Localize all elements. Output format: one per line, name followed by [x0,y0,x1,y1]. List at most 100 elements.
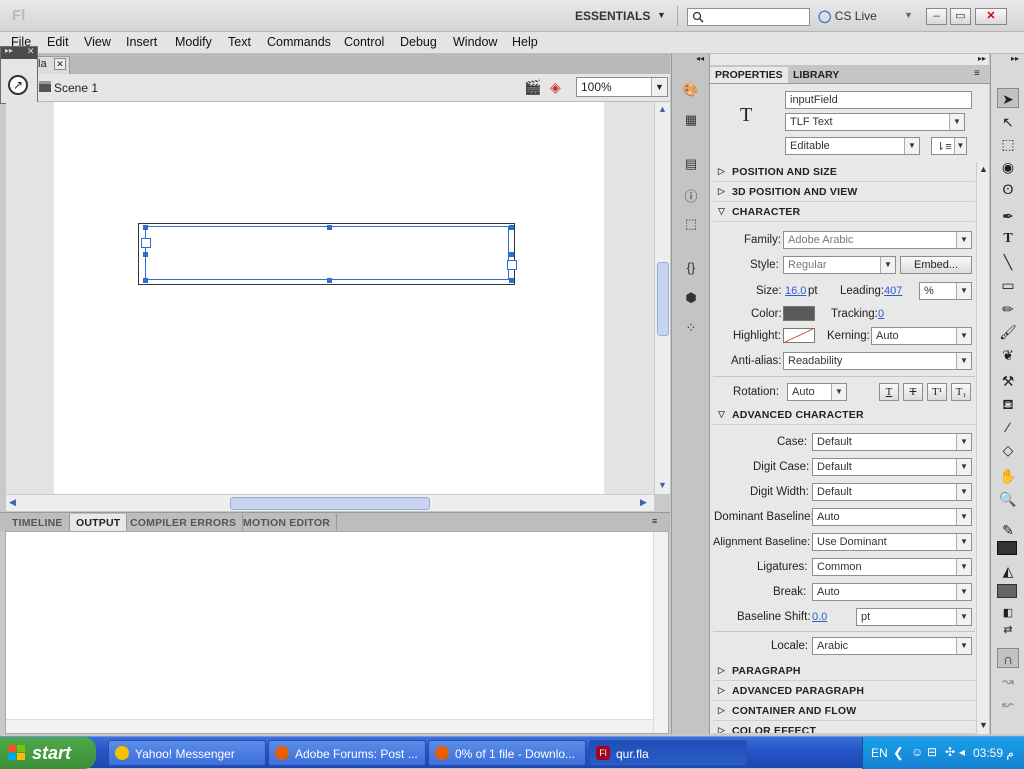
task-downloads[interactable]: 0% of 1 file - Downlo... [428,740,586,766]
info-icon[interactable]: ⓘ [682,186,700,204]
menu-control[interactable]: Control [344,35,384,49]
chevron-down-icon[interactable]: ▼ [956,484,971,500]
output-panel[interactable] [5,531,669,734]
scroll-down-icon[interactable]: ▼ [979,720,988,730]
section-advanced-paragraph[interactable]: ▷ ADVANCED PARAGRAPH [713,682,975,701]
help-search-input[interactable] [687,8,810,26]
chevron-down-icon[interactable]: ▼ [956,434,971,450]
tracking-value[interactable]: 0 [878,308,884,320]
collapse-icon[interactable]: ◂◂ [696,54,704,63]
start-button[interactable]: start [0,737,96,769]
lasso-tool-icon[interactable]: ʘ [997,179,1019,199]
zoom-select[interactable]: 100% ▼ [576,77,668,97]
chevron-down-icon[interactable]: ▼ [657,10,666,20]
scroll-up-icon[interactable]: ▲ [979,164,988,174]
output-horizontal-scrollbar[interactable] [6,719,653,733]
menu-debug[interactable]: Debug [400,35,437,49]
chevron-down-icon[interactable]: ▼ [956,609,971,625]
strikethrough-button[interactable]: T [903,383,923,401]
chevron-down-icon[interactable]: ▼ [904,10,913,20]
antialias-select[interactable]: Readability ▼ [783,352,972,370]
baseline-shift-unit-select[interactable]: pt ▼ [856,608,972,626]
output-vertical-scrollbar[interactable] [653,532,668,733]
chevron-down-icon[interactable]: ▼ [956,509,971,525]
task-yahoo-messenger[interactable]: Yahoo! Messenger [108,740,266,766]
edit-scene-icon[interactable]: 🎬 [524,79,541,96]
font-family-select[interactable]: Adobe Arabic ▼ [783,231,972,249]
hand-tool-icon[interactable]: ✋ [997,466,1019,486]
motion-presets-icon[interactable]: ⁘ [682,320,700,338]
close-button[interactable]: ✕ [975,8,1007,25]
resize-handle[interactable] [509,252,514,257]
panel-menu-icon[interactable]: ≡ [652,516,657,526]
chevron-down-icon[interactable]: ▼ [956,559,971,575]
swatches-grid-icon[interactable]: ▦ [682,112,700,130]
chevron-down-icon[interactable]: ▼ [949,114,964,130]
section-advanced-character[interactable]: ▽ ADVANCED CHARACTER [713,406,975,425]
menu-insert[interactable]: Insert [126,35,157,49]
eyedropper-tool-icon[interactable]: ⁄ [997,417,1019,437]
properties-vertical-scrollbar[interactable]: ▲ ▼ [976,162,989,734]
expand-icon[interactable]: ▸▸ [1011,54,1019,63]
close-icon[interactable]: ✕ [27,46,35,57]
expand-icon[interactable]: ▸▸ [5,46,13,55]
scroll-down-icon[interactable]: ▼ [658,480,667,490]
chevron-down-icon[interactable]: ▼ [956,283,971,299]
stroke-color-swatch[interactable] [997,541,1017,555]
text-type-select[interactable]: Editable ▼ [785,137,920,155]
section-3d-position[interactable]: ▷ 3D POSITION AND VIEW [713,183,975,202]
maximize-button[interactable]: ▭ [950,8,971,25]
minimize-button[interactable]: ‒ [926,8,947,25]
menu-help[interactable]: Help [512,35,538,49]
resize-handle[interactable] [509,278,514,283]
instance-name-input[interactable]: inputField [785,91,972,109]
menu-commands[interactable]: Commands [267,35,331,49]
language-indicator[interactable]: EN [871,746,888,760]
snap-magnet-icon[interactable]: ∩ [997,648,1019,668]
text-color-swatch[interactable] [783,306,815,321]
line-tool-icon[interactable]: ╲ [997,252,1019,272]
chevron-down-icon[interactable]: ▼ [956,584,971,600]
section-color-effect[interactable]: ▷ COLOR EFFECT [713,722,975,734]
scroll-right-icon[interactable]: ▶ [640,497,647,508]
stage-horizontal-scrollbar[interactable]: ◀ ▶ [6,494,654,511]
underline-button[interactable]: T [879,383,899,401]
section-character[interactable]: ▽ CHARACTER [713,203,975,222]
chevron-down-icon[interactable]: ▼ [956,353,971,369]
ligatures-select[interactable]: Common ▼ [812,558,972,576]
dominant-baseline-select[interactable]: Auto ▼ [812,508,972,526]
selection-tool-icon[interactable]: ➤ [997,88,1019,108]
text-field[interactable] [145,226,509,280]
chevron-down-icon[interactable]: ▼ [956,232,971,248]
close-icon[interactable]: ✕ [54,58,66,70]
font-size-value[interactable]: 16.0 [785,285,806,297]
chevron-down-icon[interactable]: ▼ [831,384,846,400]
fill-color-swatch[interactable] [997,584,1017,598]
cs-live-button[interactable]: ◯ CS Live [818,9,877,23]
scroll-thumb[interactable] [230,497,430,510]
chevron-down-icon[interactable]: ▼ [904,138,919,154]
align-icon[interactable]: ▤ [682,156,700,174]
locale-select[interactable]: Arabic ▼ [812,637,972,655]
resize-handle[interactable] [143,278,148,283]
digit-case-select[interactable]: Default ▼ [812,458,972,476]
components-icon[interactable]: ⬢ [682,290,700,308]
eraser-tool-icon[interactable]: ◇ [997,440,1019,460]
kerning-select[interactable]: Auto ▼ [871,327,972,345]
pen-tool-icon[interactable]: ✒ [997,206,1019,226]
leading-value[interactable]: 407 [884,285,902,297]
bone-tool-icon[interactable]: ⚒ [997,371,1019,391]
resize-handle[interactable] [327,225,332,230]
resize-handle[interactable] [327,278,332,283]
resize-handle[interactable] [143,252,148,257]
chevron-down-icon[interactable]: ▼ [651,78,667,96]
chevron-down-icon[interactable]: ▼ [956,638,971,654]
tab-output[interactable]: OUTPUT [70,514,128,532]
menu-modify[interactable]: Modify [175,35,212,49]
digit-width-select[interactable]: Default ▼ [812,483,972,501]
stroke-color-icon[interactable]: ✎ [997,520,1019,540]
chevron-down-icon[interactable]: ▼ [956,328,971,344]
superscript-button[interactable]: T¹ [927,383,947,401]
rotation-select[interactable]: Auto ▼ [787,383,847,401]
messenger-tray-icon[interactable]: ☺ [911,745,923,759]
